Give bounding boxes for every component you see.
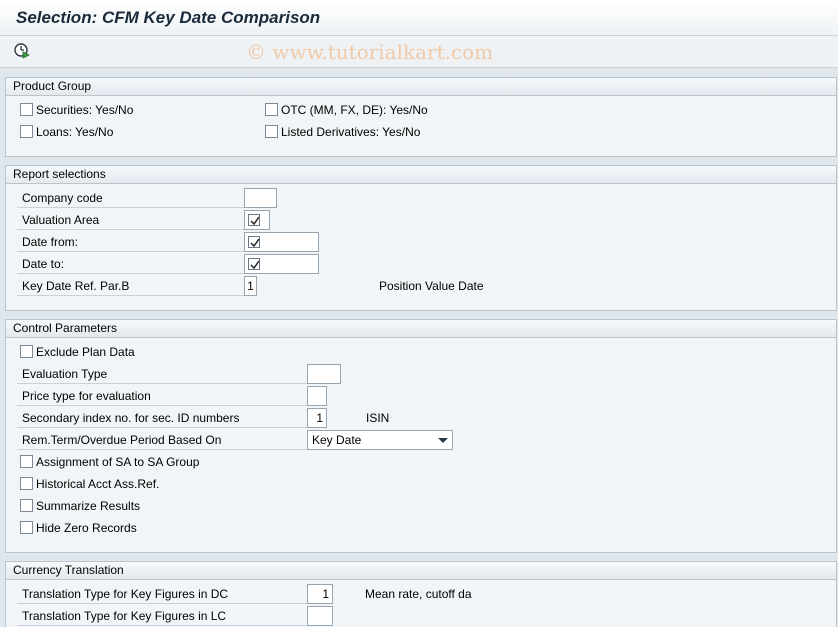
secondary-index-input[interactable]: 1	[307, 408, 327, 428]
hide-zero-records-label: Hide Zero Records	[36, 521, 137, 535]
date-from-label: Date from:	[17, 232, 245, 252]
exclude-plan-data-checkbox[interactable]	[20, 345, 33, 358]
valuation-area-input[interactable]	[244, 210, 270, 230]
product-group-header: Product Group	[6, 78, 836, 96]
exclude-plan-data-label: Exclude Plan Data	[36, 345, 135, 359]
securities-checkbox[interactable]	[20, 103, 33, 116]
required-entry-icon	[248, 258, 260, 270]
translation-lc-input[interactable]	[307, 606, 333, 626]
hide-zero-records-option[interactable]: Hide Zero Records	[20, 518, 320, 538]
otc-option[interactable]: OTC (MM, FX, DE): Yes/No	[265, 100, 565, 120]
loans-label: Loans: Yes/No	[36, 125, 114, 139]
date-to-label: Date to:	[17, 254, 245, 274]
summarize-results-checkbox[interactable]	[20, 499, 33, 512]
assignment-sa-label: Assignment of SA to SA Group	[36, 455, 200, 469]
title-bar: Selection: CFM Key Date Comparison	[0, 0, 838, 36]
evaluation-type-label: Evaluation Type	[17, 364, 309, 384]
chevron-down-icon[interactable]	[438, 438, 448, 443]
currency-translation-header: Currency Translation	[6, 562, 836, 580]
currency-translation-box: Currency Translation Translation Type fo…	[5, 561, 837, 627]
control-parameters-box: Control Parameters Exclude Plan Data Eva…	[5, 319, 837, 553]
rem-term-label: Rem.Term/Overdue Period Based On	[17, 430, 309, 450]
report-selections-box: Report selections Company code Valuation…	[5, 165, 837, 311]
secondary-index-description: ISIN	[366, 411, 390, 425]
secondary-index-label: Secondary index no. for sec. ID numbers	[17, 408, 309, 428]
summarize-results-label: Summarize Results	[36, 499, 141, 513]
exclude-plan-data-option[interactable]: Exclude Plan Data	[20, 342, 280, 362]
product-group-box: Product Group Securities: Yes/No Loans: …	[5, 77, 837, 157]
date-from-input[interactable]	[244, 232, 319, 252]
historical-acct-option[interactable]: Historical Acct Ass.Ref.	[20, 474, 320, 494]
rem-term-dropdown[interactable]: Key Date	[307, 430, 453, 450]
loans-checkbox[interactable]	[20, 125, 33, 138]
window-title: Selection: CFM Key Date Comparison	[16, 8, 321, 27]
securities-option[interactable]: Securities: Yes/No	[20, 100, 280, 120]
company-code-input[interactable]	[244, 188, 277, 208]
clock-execute-icon[interactable]	[13, 42, 31, 60]
date-to-input[interactable]	[244, 254, 319, 274]
historical-acct-checkbox[interactable]	[20, 477, 33, 490]
translation-dc-description: Mean rate, cutoff da	[365, 587, 472, 601]
watermark-text: © www.tutorialkart.com	[246, 40, 494, 64]
summarize-results-option[interactable]: Summarize Results	[20, 496, 320, 516]
required-entry-icon	[248, 214, 260, 226]
translation-dc-input[interactable]: 1	[307, 584, 333, 604]
listed-derivatives-label: Listed Derivatives: Yes/No	[281, 125, 421, 139]
price-type-label: Price type for evaluation	[17, 386, 309, 406]
loans-option[interactable]: Loans: Yes/No	[20, 122, 280, 142]
control-parameters-header: Control Parameters	[6, 320, 836, 338]
historical-acct-label: Historical Acct Ass.Ref.	[36, 477, 160, 491]
evaluation-type-input[interactable]	[307, 364, 341, 384]
hide-zero-records-checkbox[interactable]	[20, 521, 33, 534]
otc-label: OTC (MM, FX, DE): Yes/No	[281, 103, 428, 117]
key-date-ref-input[interactable]: 1	[244, 276, 257, 296]
application-toolbar: © www.tutorialkart.com	[0, 36, 838, 68]
key-date-ref-label: Key Date Ref. Par.B	[17, 276, 245, 296]
report-selections-header: Report selections	[6, 166, 836, 184]
assignment-sa-checkbox[interactable]	[20, 455, 33, 468]
translation-dc-label: Translation Type for Key Figures in DC	[17, 584, 309, 604]
listed-derivatives-option[interactable]: Listed Derivatives: Yes/No	[265, 122, 565, 142]
rem-term-selected-value: Key Date	[312, 433, 362, 447]
required-entry-icon	[248, 236, 260, 248]
price-type-input[interactable]	[307, 386, 327, 406]
key-date-ref-description: Position Value Date	[379, 279, 484, 293]
securities-label: Securities: Yes/No	[36, 103, 134, 117]
assignment-sa-option[interactable]: Assignment of SA to SA Group	[20, 452, 320, 472]
listed-derivatives-checkbox[interactable]	[265, 125, 278, 138]
company-code-label: Company code	[17, 188, 245, 208]
translation-lc-label: Translation Type for Key Figures in LC	[17, 606, 309, 626]
otc-checkbox[interactable]	[265, 103, 278, 116]
valuation-area-label: Valuation Area	[17, 210, 245, 230]
